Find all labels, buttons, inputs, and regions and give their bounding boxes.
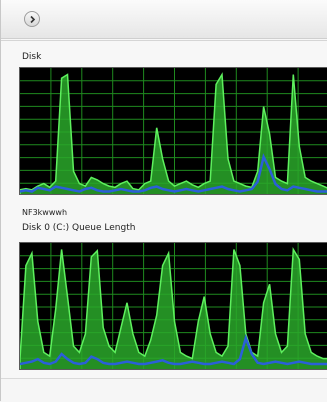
disk-activity-area bbox=[20, 72, 327, 194]
toolbar bbox=[1, 0, 327, 39]
queue-length-graph bbox=[19, 242, 327, 370]
queue-length-title: Disk 0 (C:) Queue Length bbox=[22, 223, 136, 233]
disk-activity-graph bbox=[19, 67, 327, 195]
disk-section-title: Disk bbox=[22, 52, 42, 62]
queue-graph-svg bbox=[20, 243, 327, 369]
disk-graph-svg bbox=[20, 68, 327, 194]
arrow-glyph bbox=[30, 15, 36, 24]
queue-sub-value: NF3kwwwh bbox=[22, 208, 68, 217]
forward-arrow-icon[interactable] bbox=[24, 11, 40, 27]
divider bbox=[1, 40, 327, 41]
queue-activity-area bbox=[20, 247, 327, 369]
resource-monitor-window: Disk NF3kwwwh Disk 0 (C:) Queue Length bbox=[0, 0, 327, 402]
status-area bbox=[1, 378, 327, 402]
